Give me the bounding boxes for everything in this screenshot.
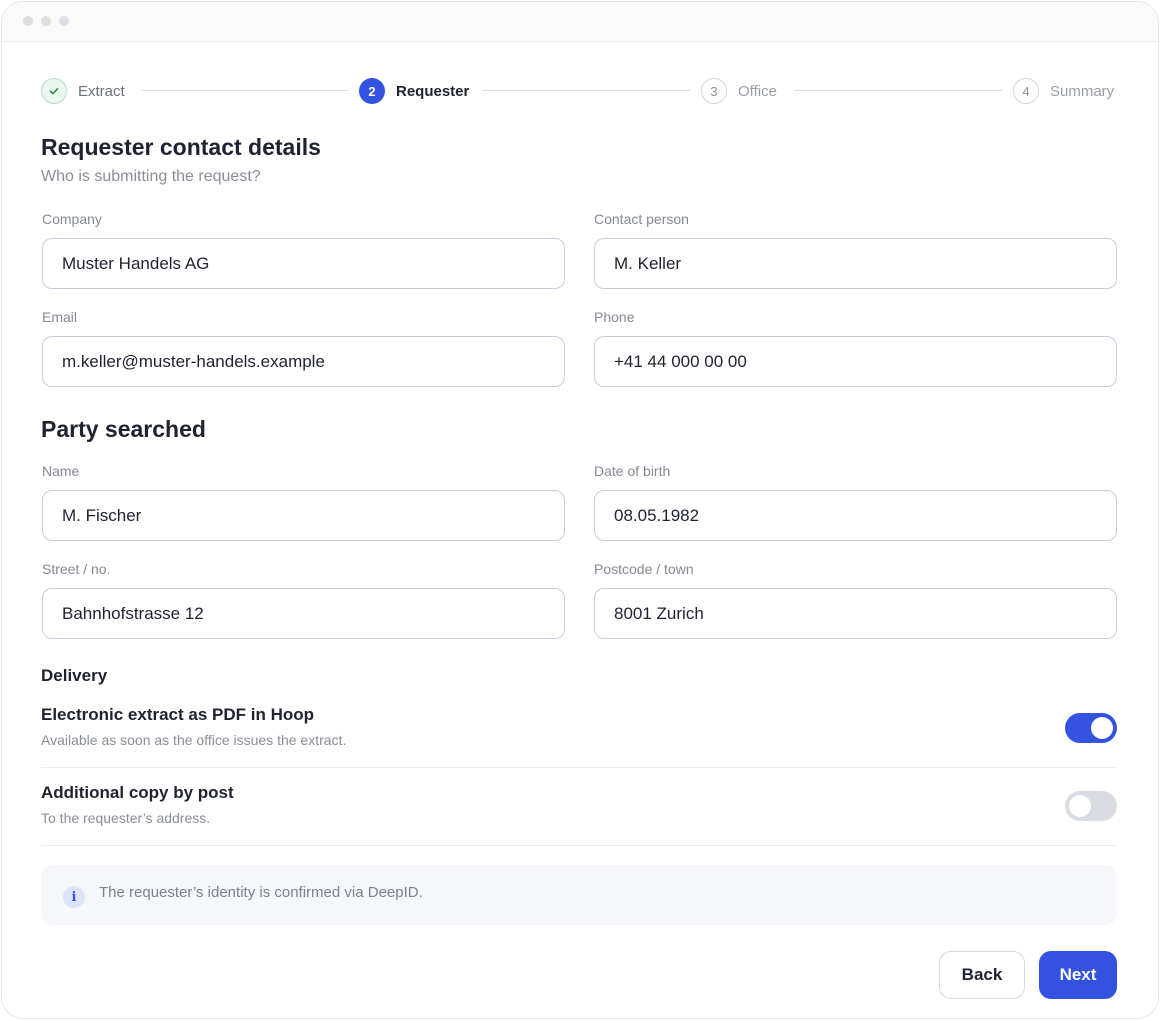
step-connector xyxy=(794,90,1002,91)
step-connector xyxy=(482,90,690,91)
pdf-delivery-toggle[interactable] xyxy=(1065,713,1117,743)
name-label: Name xyxy=(42,463,80,479)
step-label: Office xyxy=(738,82,777,100)
requester-section-subtitle: Who is submitting the request? xyxy=(41,168,261,185)
step-number: 3 xyxy=(701,78,727,104)
option-description: Available as soon as the office issues t… xyxy=(41,732,347,748)
toggle-knob xyxy=(1069,795,1091,817)
company-input[interactable] xyxy=(42,238,565,289)
back-button[interactable]: Back xyxy=(939,951,1025,999)
info-icon: i xyxy=(63,886,85,908)
option-title: Additional copy by post xyxy=(41,783,234,802)
post-copy-toggle[interactable] xyxy=(1065,791,1117,821)
identity-info-box: i The requester’s identity is confirmed … xyxy=(41,865,1117,925)
date-of-birth-label: Date of birth xyxy=(594,463,671,479)
company-label: Company xyxy=(42,211,102,227)
step-number: 4 xyxy=(1013,78,1039,104)
toggle-knob xyxy=(1091,717,1113,739)
check-icon xyxy=(41,78,67,104)
delivery-option-post: Additional copy by post To the requester… xyxy=(41,768,1117,846)
step-summary[interactable]: 4 Summary xyxy=(1013,78,1114,104)
window-titlebar xyxy=(2,2,1158,42)
step-connector xyxy=(141,90,349,91)
option-title: Electronic extract as PDF in Hoop xyxy=(41,705,315,724)
option-description: To the requester’s address. xyxy=(41,810,211,826)
step-requester[interactable]: 2 Requester xyxy=(359,78,469,104)
phone-label: Phone xyxy=(594,309,635,325)
date-of-birth-input[interactable] xyxy=(594,490,1117,541)
email-input[interactable] xyxy=(42,336,565,387)
step-label: Requester xyxy=(396,82,470,100)
info-text: The requester’s identity is confirmed vi… xyxy=(99,884,423,901)
step-office[interactable]: 3 Office xyxy=(701,78,777,104)
step-extract[interactable]: Extract xyxy=(41,78,125,104)
step-label: Extract xyxy=(78,82,125,100)
postcode-town-input[interactable] xyxy=(594,588,1117,639)
delivery-option-pdf: Electronic extract as PDF in Hoop Availa… xyxy=(41,690,1117,768)
street-label: Street / no. xyxy=(42,561,111,577)
contact-person-label: Contact person xyxy=(594,211,689,227)
window-dot-icon[interactable] xyxy=(41,16,51,26)
name-input[interactable] xyxy=(42,490,565,541)
party-section-title: Party searched xyxy=(41,416,206,442)
contact-person-input[interactable] xyxy=(594,238,1117,289)
postcode-town-label: Postcode / town xyxy=(594,561,694,577)
requester-section-title: Requester contact details xyxy=(41,134,321,160)
window-dot-icon[interactable] xyxy=(59,16,69,26)
street-input[interactable] xyxy=(42,588,565,639)
stepper: Extract 2 Requester 3 Office 4 Summary xyxy=(41,78,1117,104)
step-number: 2 xyxy=(359,78,385,104)
window-dot-icon[interactable] xyxy=(23,16,33,26)
phone-input[interactable] xyxy=(594,336,1117,387)
email-label: Email xyxy=(42,309,78,325)
step-label: Summary xyxy=(1050,82,1115,100)
delivery-title: Delivery xyxy=(41,666,108,685)
next-button[interactable]: Next xyxy=(1039,951,1117,999)
